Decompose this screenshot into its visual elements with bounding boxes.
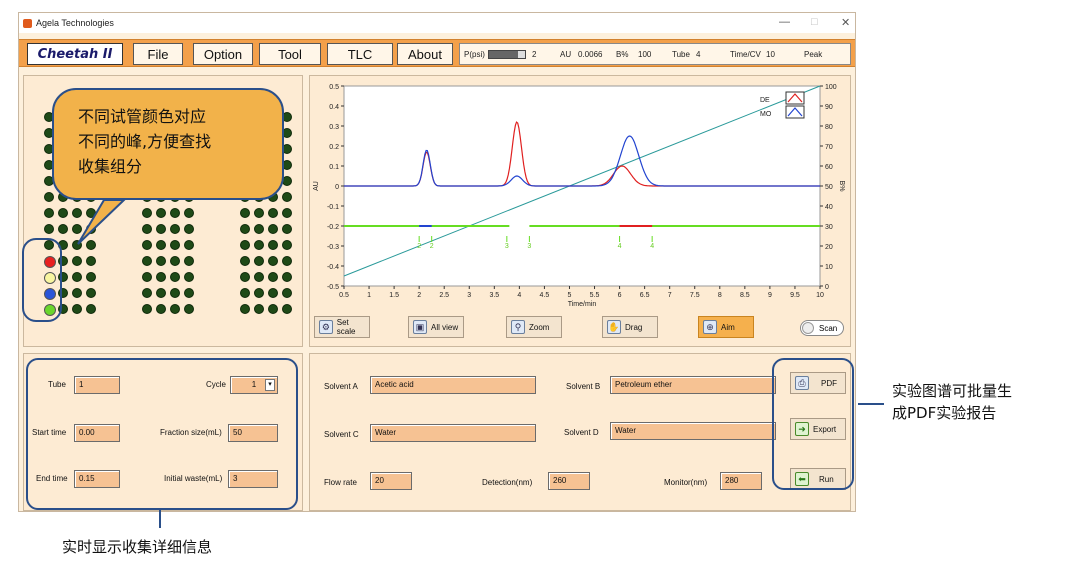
right-annotation: 实验图谱可批量生 成PDF实验报告	[892, 380, 1012, 424]
highlight-collection-panel	[26, 358, 298, 510]
right-annotation-line-1: 实验图谱可批量生	[892, 382, 1013, 400]
bottom-annotation: 实时显示收集详细信息	[62, 538, 213, 556]
tube-color-callout: 不同试管颜色对应 不同的峰,方便查找 收集组分	[52, 88, 284, 200]
highlight-colored-tubes	[22, 238, 62, 322]
right-annotation-line-2: 成PDF实验报告	[892, 404, 997, 422]
highlight-export-buttons	[772, 358, 854, 490]
callout-pointer	[77, 199, 127, 245]
callout-line-1: 不同试管颜色对应	[78, 107, 207, 126]
callout-line-3: 收集组分	[78, 157, 143, 176]
callout-line-2: 不同的峰,方便查找	[78, 132, 212, 151]
